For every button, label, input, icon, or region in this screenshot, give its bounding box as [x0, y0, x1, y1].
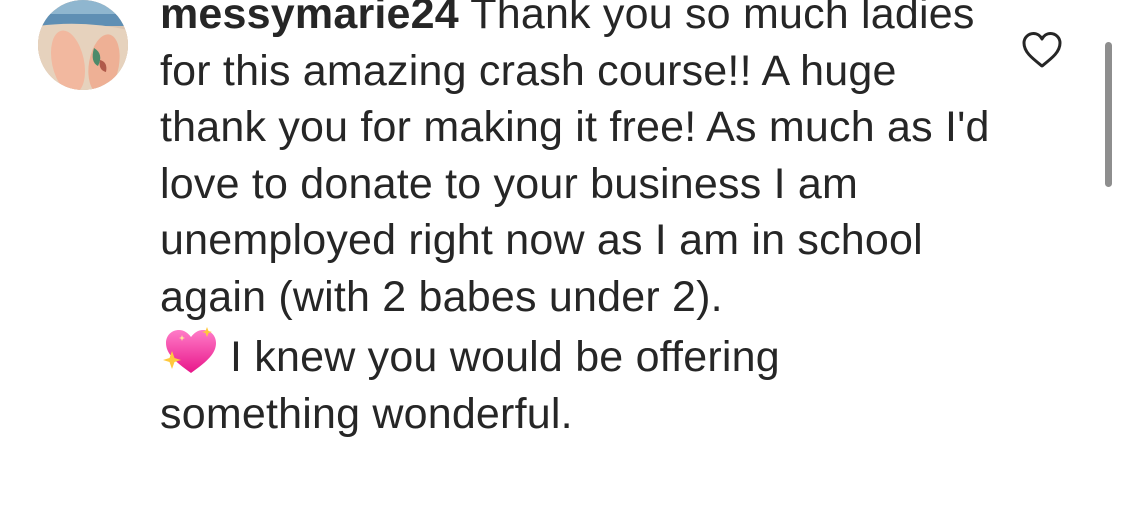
scrollbar-thumb[interactable] — [1105, 42, 1112, 187]
comment-username[interactable]: messymarie24 — [160, 0, 459, 38]
comment-text-continued: I knew you would be offering something w… — [160, 333, 780, 438]
like-button[interactable] — [1020, 30, 1064, 70]
comment-text: Thank you so much ladies for this amazin… — [160, 0, 990, 321]
comment-row: messymarie24 Thank you so much ladies fo… — [0, 0, 1125, 511]
heart-outline-icon — [1022, 32, 1062, 68]
avatar[interactable] — [38, 0, 128, 90]
avatar-image — [38, 0, 128, 90]
sparkling-heart-icon — [160, 325, 218, 377]
comment-body: messymarie24 Thank you so much ladies fo… — [160, 0, 990, 442]
